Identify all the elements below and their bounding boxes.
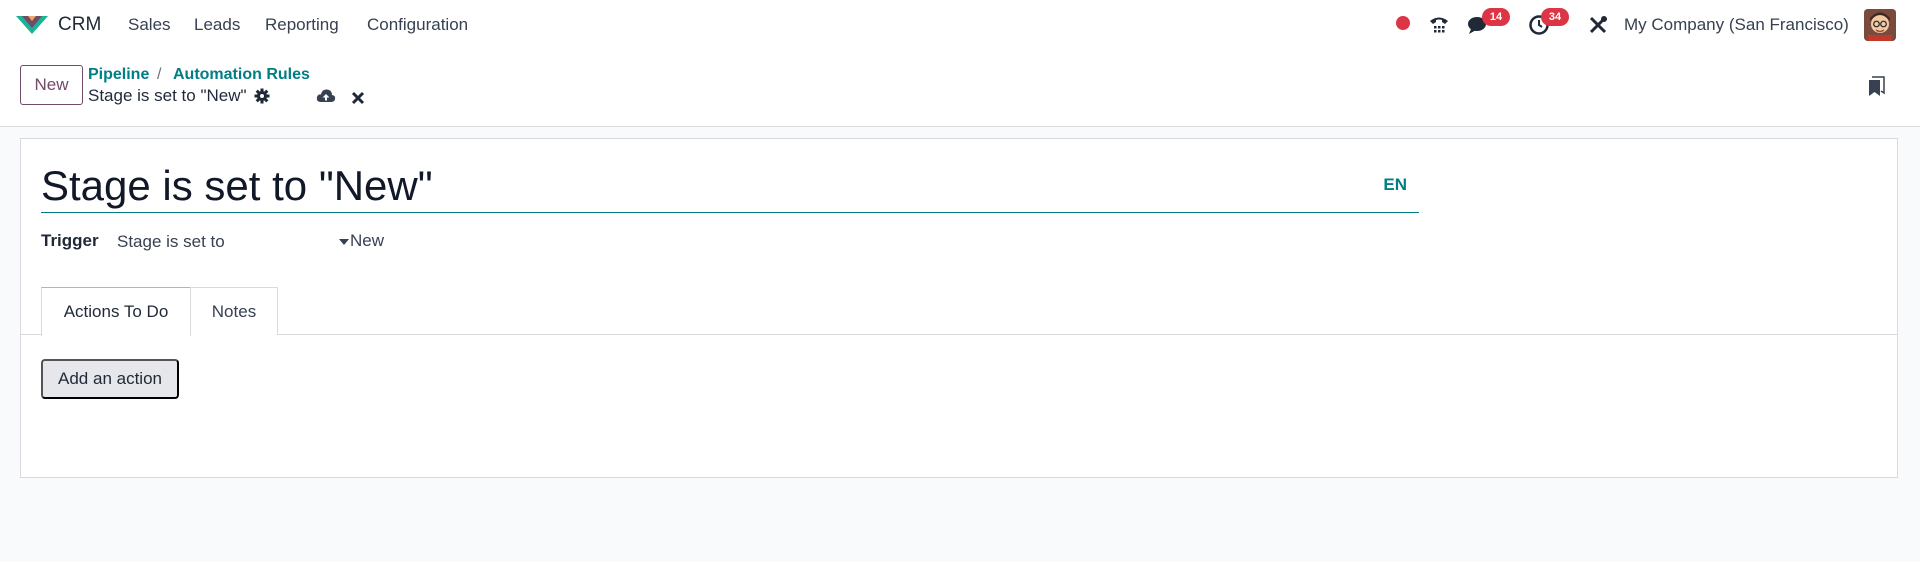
menu-reporting[interactable]: Reporting [265, 15, 339, 35]
gear-icon[interactable] [252, 86, 272, 106]
top-navbar: CRM Sales Leads Reporting Configuration … [0, 0, 1920, 52]
recording-indicator-icon[interactable] [1396, 16, 1410, 30]
new-button[interactable]: New [20, 65, 83, 105]
tab-actions-to-do[interactable]: Actions To Do [41, 287, 191, 336]
debug-tools-icon[interactable] [1586, 13, 1610, 37]
menu-leads[interactable]: Leads [194, 15, 240, 35]
rule-name-input[interactable]: Stage is set to "New" [41, 161, 433, 211]
rule-name-field[interactable]: Stage is set to "New" EN [41, 161, 1419, 213]
trigger-select[interactable]: Stage is set to [117, 227, 351, 257]
record-name: Stage is set to "New" [88, 86, 247, 105]
user-avatar[interactable] [1864, 9, 1896, 41]
tab-notes[interactable]: Notes [190, 287, 278, 335]
discard-close-icon[interactable] [348, 88, 368, 108]
messages-badge: 14 [1482, 8, 1510, 26]
language-toggle[interactable]: EN [1383, 175, 1407, 195]
save-cloud-icon[interactable] [314, 86, 338, 106]
app-name[interactable]: CRM [58, 14, 101, 36]
trigger-select-value: Stage is set to [117, 232, 225, 251]
control-panel: New Pipeline / Automation Rules Stage is… [0, 52, 1920, 127]
chevron-down-icon [339, 239, 349, 245]
trigger-stage-field[interactable]: New [350, 231, 384, 251]
form-sheet: Stage is set to "New" EN Trigger Stage i… [20, 138, 1898, 478]
breadcrumb-automation-rules[interactable]: Automation Rules [173, 66, 310, 84]
phone-icon[interactable] [1427, 13, 1451, 37]
menu-configuration[interactable]: Configuration [367, 15, 468, 35]
breadcrumb-separator: / [157, 66, 162, 83]
notebook-tabs: Actions To Do Notes [21, 287, 1897, 336]
activities-badge: 34 [1541, 8, 1569, 26]
bookmark-icon[interactable] [1864, 74, 1888, 98]
tab-label: Notes [211, 301, 257, 321]
breadcrumb-pipeline[interactable]: Pipeline [88, 66, 149, 84]
company-switcher[interactable]: My Company (San Francisco) [1624, 15, 1849, 35]
add-action-button[interactable]: Add an action [41, 359, 179, 399]
crm-logo-icon[interactable] [14, 12, 50, 38]
trigger-label: Trigger [41, 231, 99, 250]
menu-sales[interactable]: Sales [128, 15, 171, 35]
tab-label: Actions To Do [63, 302, 169, 321]
